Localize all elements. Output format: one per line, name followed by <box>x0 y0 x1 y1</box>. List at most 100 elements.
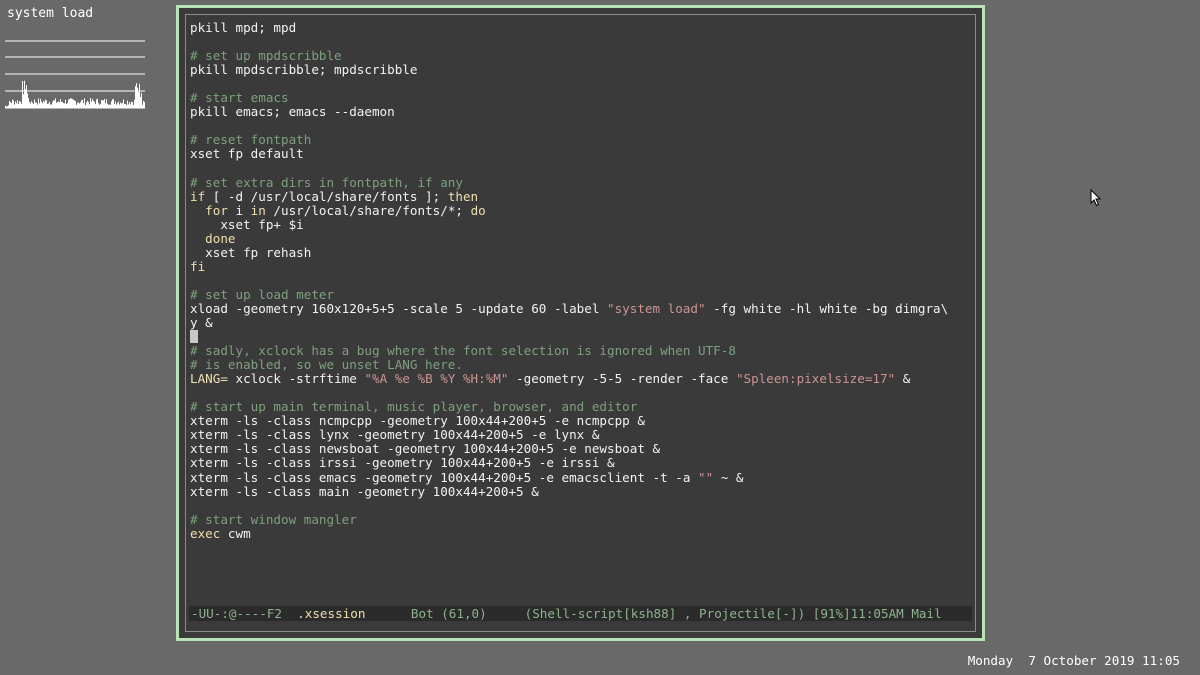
load-bar <box>34 99 35 108</box>
load-bar <box>19 101 20 108</box>
code-line: fi <box>190 259 948 274</box>
load-bar <box>43 100 44 108</box>
load-bar <box>26 85 27 108</box>
code-line: exec cwm <box>190 525 948 541</box>
code-keyword: if <box>190 188 206 204</box>
code-line: xset fp default <box>190 147 948 161</box>
code-line: xterm -ls -class newsboat -geometry 100x… <box>190 442 948 456</box>
code-line: # start window mangler <box>190 512 948 527</box>
load-bar <box>51 104 52 108</box>
load-bar <box>116 104 117 108</box>
load-bar <box>72 98 73 108</box>
load-bar <box>28 98 29 108</box>
code-line: xterm -ls -class main -geometry 100x44+2… <box>190 484 948 499</box>
terminal-frame: pkill mpd; mpd # set up mpdscribble pkill … <box>185 14 976 632</box>
load-bar <box>56 102 57 108</box>
code-line: y & <box>190 314 948 330</box>
load-bar <box>82 99 83 108</box>
load-bar <box>30 103 31 108</box>
load-bar <box>47 104 48 108</box>
code-text: [ -d /usr/local/share/fonts ]; <box>205 188 448 204</box>
load-bar <box>17 100 18 108</box>
code-comment: # reset fontpath <box>190 132 312 148</box>
load-bar <box>57 101 58 108</box>
code-text: xset fp+ $i <box>190 216 304 232</box>
emacs-terminal-window[interactable]: pkill mpd; mpd # set up mpdscribble pkill … <box>176 5 985 641</box>
load-bar <box>70 98 71 108</box>
code-keyword: in <box>250 202 266 218</box>
load-bar <box>91 101 92 108</box>
load-bar <box>20 101 21 108</box>
load-bar <box>138 92 139 108</box>
load-bar <box>61 101 62 108</box>
code-line: xterm -ls -class emacs -geometry 100x44+… <box>190 469 948 485</box>
load-bar <box>124 104 125 108</box>
code-comment: # sadly, xclock has a bug where the font… <box>190 343 736 359</box>
code-comment: # start up main terminal, music player, … <box>190 399 638 415</box>
modeline-status: -UU-:@----F2 <box>191 606 298 621</box>
load-bar <box>117 103 118 108</box>
code-text: xterm -ls -class lynx -geometry 100x44+2… <box>190 427 600 443</box>
load-bar <box>139 83 140 108</box>
load-bar <box>63 103 64 108</box>
load-bar <box>39 103 40 108</box>
load-bar <box>21 103 22 108</box>
load-bar <box>54 100 55 108</box>
code-text: -geometry -5-5 -render -face <box>508 371 736 387</box>
editor-buffer[interactable]: pkill mpd; mpd # set up mpdscribble pkill … <box>190 20 948 541</box>
load-bar <box>106 99 107 108</box>
load-bar <box>60 99 61 108</box>
code-text: pkill emacs; emacs --daemon <box>190 104 395 120</box>
load-bar <box>22 80 23 108</box>
load-bar <box>71 98 72 108</box>
load-bar <box>35 102 36 108</box>
load-bar <box>137 87 138 108</box>
load-bar <box>132 102 133 108</box>
code-string: "" <box>698 469 714 485</box>
code-text: xload -geometry 160x120+5+5 -scale 5 -up… <box>190 300 608 316</box>
load-bar <box>25 89 26 108</box>
code-line: # is enabled, so we unset LANG here. <box>190 358 948 372</box>
modeline-modes: (Shell-script[ksh88] , Projectile[-]) [9… <box>524 606 942 621</box>
code-text: i <box>227 202 251 218</box>
load-bar <box>97 98 98 108</box>
load-bar <box>96 99 97 108</box>
code-line: xset fp rehash <box>190 245 948 260</box>
emacs-modeline: -UU-:@----F2 .xsession Bot (61,0) (Shell… <box>189 606 972 621</box>
code-comment: # set up mpdscribble <box>190 48 342 64</box>
code-text: cwm <box>220 525 251 541</box>
code-line: # reset fontpath <box>190 133 948 147</box>
load-bar <box>86 102 87 108</box>
load-bar <box>52 102 53 108</box>
code-string: "Spleen:pixelsize=17" <box>735 371 896 387</box>
load-bar <box>48 103 49 108</box>
code-line: pkill mpd; mpd <box>190 20 948 35</box>
load-bar <box>94 101 95 108</box>
load-bar <box>68 99 69 108</box>
load-bar <box>67 103 68 108</box>
load-bar <box>40 98 41 108</box>
load-bar <box>62 101 63 108</box>
code-line: if [ -d /usr/local/share/fonts ]; then <box>190 188 948 204</box>
load-bar <box>58 101 59 108</box>
code-line: xload -geometry 160x120+5+5 -scale 5 -up… <box>190 300 948 316</box>
load-graph <box>5 40 145 109</box>
load-bar <box>101 100 102 108</box>
load-bar <box>143 100 144 108</box>
load-bar <box>90 98 91 108</box>
load-bar <box>37 104 38 108</box>
load-bar <box>29 101 30 108</box>
load-bar <box>92 98 93 108</box>
load-bar <box>31 101 32 108</box>
load-bar <box>15 101 16 108</box>
load-bar <box>122 102 123 108</box>
code-text: xterm -ls -class emacs -geometry 100x44+… <box>190 469 698 485</box>
load-bar <box>104 98 105 108</box>
code-line: # start up main terminal, music player, … <box>190 400 948 414</box>
code-text: y & <box>190 314 213 330</box>
load-bar <box>130 104 131 108</box>
